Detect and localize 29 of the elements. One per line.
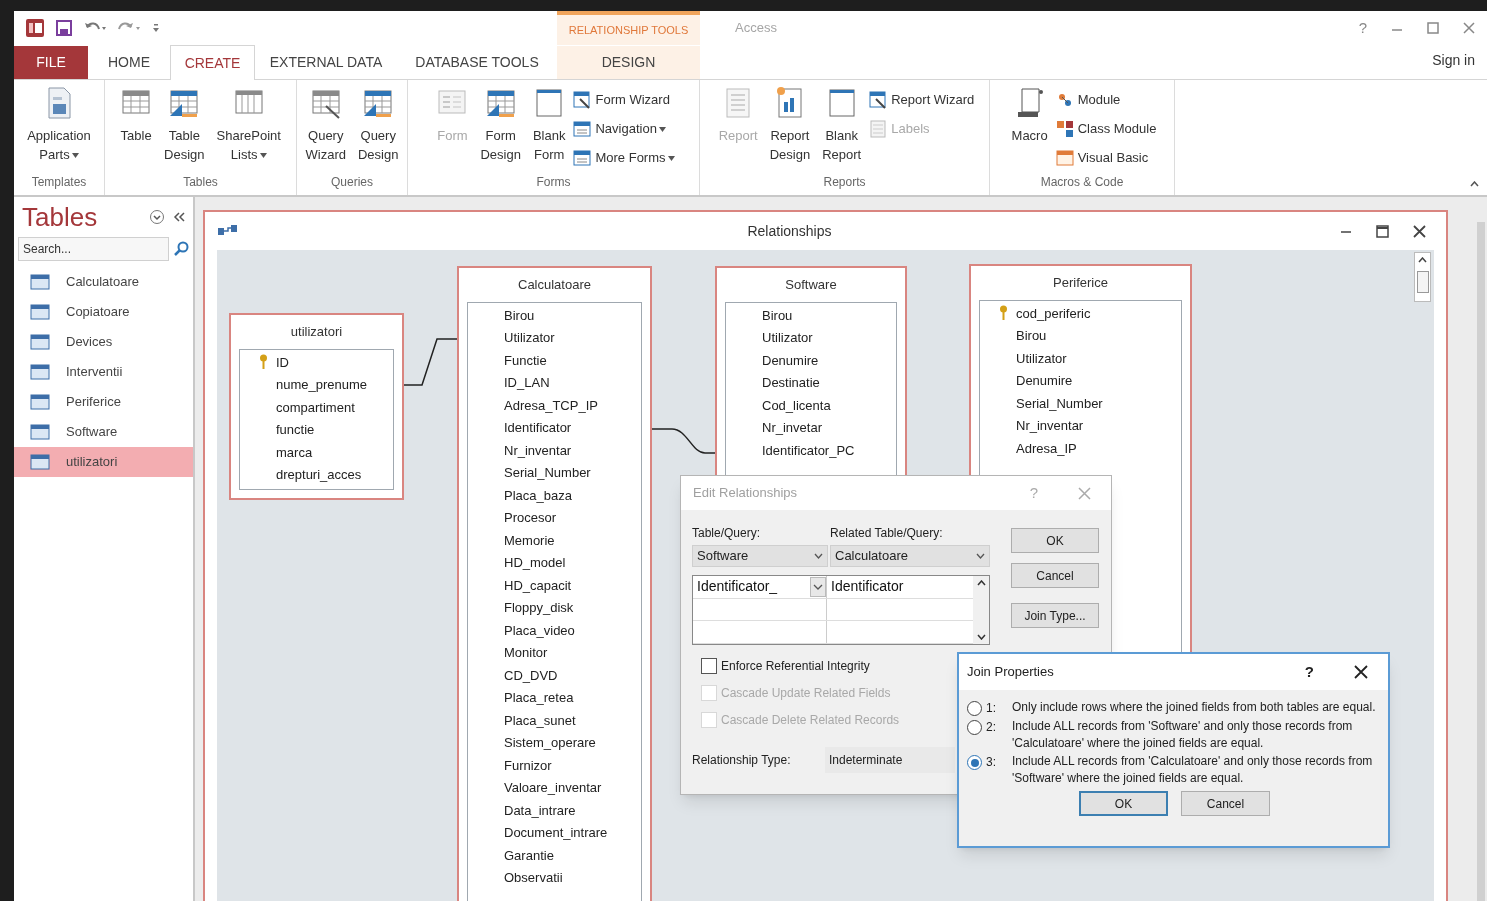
group-label: Tables xyxy=(182,174,219,191)
option-number: 2: xyxy=(985,719,997,736)
group-label: Forms xyxy=(535,174,572,191)
table-title: Software xyxy=(784,276,838,295)
dialog-title: Edit Relationships xyxy=(693,484,798,503)
document-title: Relationships xyxy=(746,221,833,241)
option-label: Include ALL records from 'Calculatoare' and only those records from 'Software' where the joined fields are equal. xyxy=(1012,753,1374,787)
option-number: 3: xyxy=(985,754,997,771)
group-label: Reports xyxy=(822,174,867,191)
group-label: Queries xyxy=(330,174,374,191)
value-display: Indeterminate xyxy=(825,747,955,773)
option-label: Only include rows where the joined fields from both tables are equal. xyxy=(1012,699,1377,716)
table-title: Calculatoare xyxy=(517,276,592,295)
context-header: RELATIONSHIP TOOLS xyxy=(568,22,689,38)
dialog-title: Join Properties xyxy=(967,663,1054,682)
group-label: Macros & Code xyxy=(1039,174,1125,191)
checkbox-label: Cascade Update Related Fields xyxy=(721,685,891,702)
option-number: 1: xyxy=(985,700,997,717)
checkbox-label: Enforce Referential Integrity xyxy=(721,658,870,675)
field-label: Related Table/Query: xyxy=(830,525,943,542)
checkbox-label: Cascade Delete Related Records xyxy=(721,712,900,729)
window-title: Access xyxy=(735,19,777,38)
field-label: Table/Query: xyxy=(692,525,762,542)
group-label: Templates xyxy=(30,174,88,191)
table-title: utilizatori xyxy=(289,323,344,342)
field-label: Relationship Type: xyxy=(692,752,792,769)
option-label: Include ALL records from 'Software' and only those records from 'Calculatoare' where the joined fields are equal. xyxy=(1012,718,1354,752)
table-title: Periferice xyxy=(1052,274,1109,293)
pane-title: Tables xyxy=(22,200,98,234)
